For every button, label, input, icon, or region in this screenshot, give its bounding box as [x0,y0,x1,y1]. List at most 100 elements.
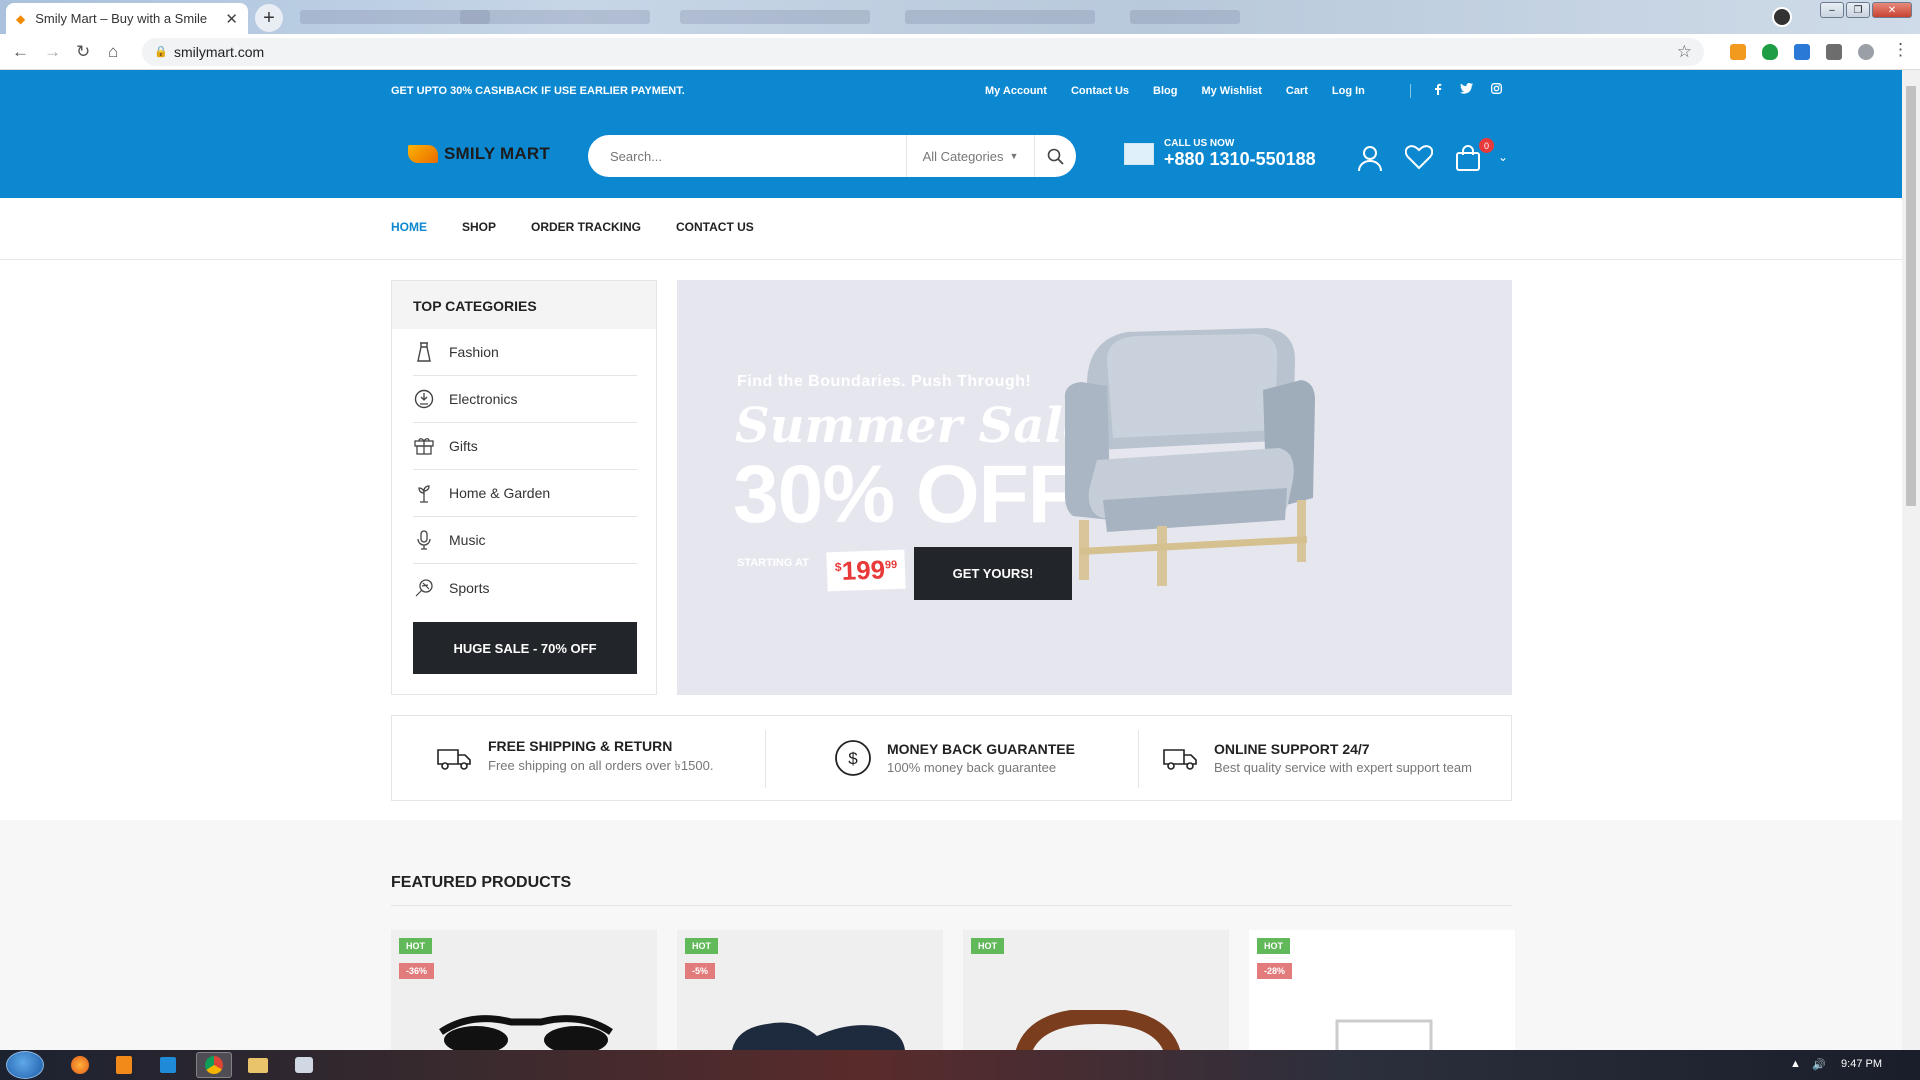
feature-online-support: ONLINE SUPPORT 24/7 Best quality service… [1160,716,1472,800]
start-button[interactable] [6,1051,44,1079]
sidebar-item-sports[interactable]: Sports [413,564,637,611]
sidebar-item-music[interactable]: Music [413,517,637,564]
feature-free-shipping: FREE SHIPPING & RETURN Free shipping on … [434,716,713,800]
featured-section [0,820,1902,1050]
sidebar-item-label: Music [449,532,486,548]
volume-icon[interactable]: 🔊 [1812,1058,1826,1071]
huge-sale-button[interactable]: HUGE SALE - 70% OFF [413,622,637,674]
new-tab-button[interactable]: + [255,4,283,32]
hero-banner[interactable]: Find the Boundaries. Push Through! Summe… [677,280,1512,695]
lock-icon: 🔒 [154,46,168,58]
discount-badge: -28% [1257,963,1293,979]
sidebar-item-gifts[interactable]: Gifts [413,423,637,470]
phone-image-icon [1124,143,1154,165]
sidebar-item-electronics[interactable]: Electronics [413,376,637,423]
site-logo[interactable]: SMILY MART [408,144,550,164]
page-scrollbar[interactable] [1902,70,1920,1050]
wishlist-heart-icon[interactable] [1404,144,1434,175]
nav-shop[interactable]: SHOP [462,220,496,234]
reload-icon[interactable]: ↻ [76,42,90,62]
sidebar-item-label: Home & Garden [449,485,551,501]
microphone-icon [413,529,435,551]
search-input[interactable] [588,135,906,177]
media-app-icon[interactable] [286,1052,322,1078]
product-card[interactable]: HOT -5% [677,930,943,1050]
call-us-number[interactable]: +880 1310-550188 [1164,149,1316,170]
background-tab[interactable] [680,10,870,24]
instagram-icon[interactable] [1491,83,1502,98]
chevron-down-icon: ▼ [1009,151,1019,161]
extensions-puzzle-icon[interactable] [1826,44,1842,60]
browser-tab-active[interactable]: ◆ Smily Mart – Buy with a Smile ✕ [6,3,248,34]
shoes-image [732,1022,905,1050]
maximize-button[interactable]: ❐ [1846,2,1870,18]
category-select[interactable]: All Categories ▼ [906,135,1034,177]
nav-home[interactable]: HOME [391,220,427,234]
vscode-icon[interactable] [150,1052,186,1078]
bookmark-star-icon[interactable]: ☆ [1677,38,1692,66]
extension-shield-icon[interactable] [1762,44,1778,60]
search-button[interactable] [1034,135,1076,177]
extension-grid-icon[interactable] [1794,44,1810,60]
tab-close-icon[interactable]: ✕ [225,10,238,28]
windows-taskbar: ▲ 🔊 9:47 PM [0,1050,1920,1080]
get-yours-button[interactable]: GET YOURS! [914,547,1072,600]
banner-subtitle: Find the Boundaries. Push Through! [737,373,1032,390]
back-arrow-icon[interactable]: ← [12,42,29,62]
cart-dropdown-chevron-icon[interactable]: ⌄ [1498,150,1508,164]
extension-shop-icon[interactable] [1730,44,1746,60]
scrollbar-thumb[interactable] [1906,86,1916,506]
browser-menu-icon[interactable]: ⋮ [1892,40,1909,60]
file-explorer-icon[interactable] [240,1052,276,1078]
dress-icon [413,341,435,363]
sidebar-item-label: Gifts [449,438,478,454]
nav-order-tracking[interactable]: ORDER TRACKING [531,220,641,234]
user-account-icon[interactable] [1356,144,1384,177]
link-my-account[interactable]: My Account [985,85,1047,97]
frame-image [1335,1019,1433,1050]
forward-arrow-icon[interactable]: → [44,42,61,62]
sidebar-item-fashion[interactable]: Fashion [413,329,637,376]
sidebar-item-home-garden[interactable]: Home & Garden [413,470,637,517]
firefox-icon[interactable] [62,1052,98,1078]
top-links: My Account Contact Us Blog My Wishlist C… [985,85,1389,97]
taskbar-clock[interactable]: 9:47 PM [1841,1058,1882,1070]
facebook-icon[interactable] [1434,83,1442,98]
chrome-icon[interactable] [196,1052,232,1078]
address-bar[interactable]: 🔒 smilymart.com ☆ [142,38,1704,66]
sidebar-item-label: Sports [449,579,490,596]
product-card[interactable]: HOT -28% [1249,930,1515,1050]
search-form: All Categories ▼ [588,135,1076,177]
discount-badge: -36% [399,963,435,979]
link-contact-us[interactable]: Contact Us [1071,85,1129,97]
divider [1410,84,1411,98]
feature-desc: Best quality service with expert support… [1214,760,1472,775]
profile-avatar-icon[interactable] [1858,44,1874,60]
belt-image [1015,1010,1181,1050]
tab-search-icon[interactable] [1772,7,1792,27]
background-tab[interactable] [1130,10,1240,24]
link-log-in[interactable]: Log In [1332,85,1365,97]
home-icon[interactable]: ⌂ [108,42,118,62]
close-window-button[interactable]: ✕ [1872,2,1912,18]
nav-contact-us[interactable]: CONTACT US [676,220,754,234]
feature-desc: Free shipping on all orders over ৳1500. [488,758,714,773]
armchair-image [1064,328,1315,586]
twitter-icon[interactable] [1460,83,1473,98]
smilymart-favicon-icon: ◆ [16,11,26,26]
minimize-button[interactable]: – [1820,2,1844,18]
link-my-wishlist[interactable]: My Wishlist [1201,85,1261,97]
main-navigation: HOME SHOP ORDER TRACKING CONTACT US [0,198,1902,260]
product-card[interactable]: HOT -36% [391,930,657,1050]
background-tab[interactable] [905,10,1095,24]
background-tab[interactable] [460,10,650,24]
browser-toolbar: ← → ↻ ⌂ 🔒 smilymart.com ☆ ⋮ [0,34,1920,70]
product-card[interactable]: HOT [963,930,1229,1050]
link-cart[interactable]: Cart [1286,85,1308,97]
sublime-text-icon[interactable] [106,1052,142,1078]
link-blog[interactable]: Blog [1153,85,1177,97]
tray-expand-icon[interactable]: ▲ [1790,1058,1801,1070]
feature-desc: 100% money back guarantee [887,760,1057,775]
shopping-bag-icon[interactable] [1454,144,1482,177]
discount-badge: -5% [685,963,716,979]
